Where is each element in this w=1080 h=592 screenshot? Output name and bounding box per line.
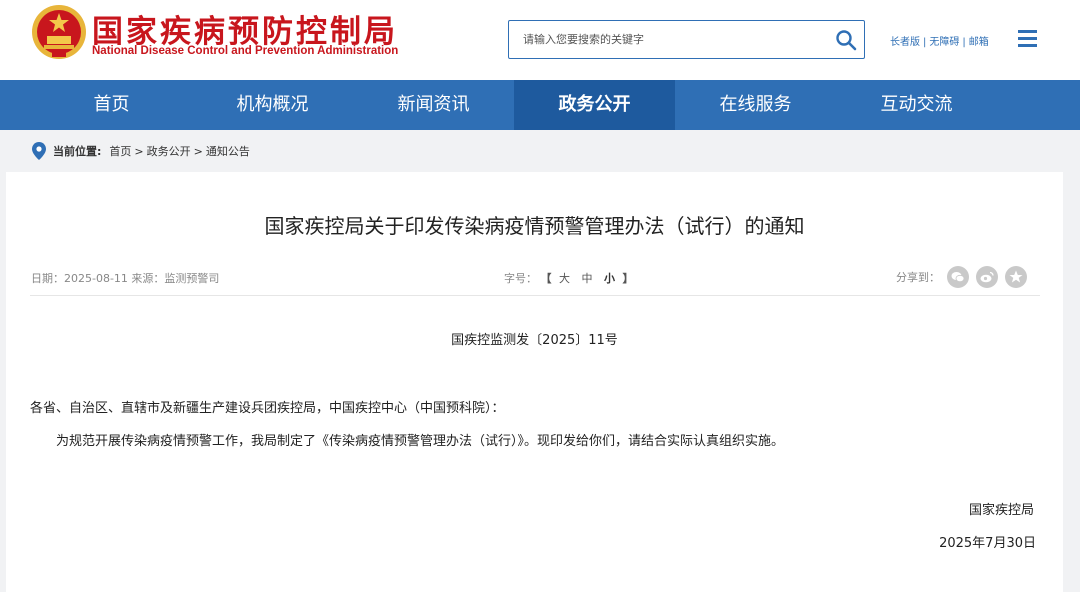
nav-item-interaction[interactable]: 互动交流 — [836, 80, 997, 130]
font-size-label: 字号： — [504, 272, 537, 285]
nav-item-government-affairs[interactable]: 政务公开 — [514, 80, 675, 130]
bracket-open: 【 — [540, 272, 552, 285]
breadcrumb-notices[interactable]: 通知公告 — [206, 143, 250, 159]
article-date: 2025年7月30日 — [939, 536, 1036, 551]
breadcrumb-separator: > — [134, 144, 144, 158]
font-size-medium-button[interactable]: 中 — [582, 272, 593, 285]
mailbox-link[interactable]: 邮箱 — [969, 37, 989, 48]
bracket-close: 】 — [622, 272, 634, 285]
accessibility-link[interactable]: 无障碍 — [929, 37, 959, 48]
article-addressee: 各省、自治区、直辖市及新疆生产建设兵团疾控局，中国疾控中心（中国预科院）： — [30, 401, 505, 416]
breadcrumb-separator: > — [193, 144, 203, 158]
wechat-share-icon[interactable] — [947, 266, 969, 288]
elder-version-link[interactable]: 长者版 — [890, 37, 920, 48]
search-box — [508, 20, 865, 59]
breadcrumb: 当前位置: 首页 > 政务公开 > 通知公告 — [32, 141, 250, 161]
nav-item-online-services[interactable]: 在线服务 — [675, 80, 836, 130]
top-link-separator: | — [962, 37, 966, 48]
meta-divider — [30, 295, 1040, 296]
share-bar: 分享到： — [896, 266, 1027, 288]
top-link-separator: | — [923, 37, 927, 48]
nav-item-news[interactable]: 新闻资讯 — [353, 80, 514, 130]
article-signature: 国家疾控局 — [968, 503, 1034, 518]
site-header: 国家疾病预防控制局 National Disease Control and P… — [0, 0, 1080, 80]
article-title: 国家疾控局关于印发传染病疫情预警管理办法（试行）的通知 — [264, 214, 805, 238]
article-card: 国家疾控局关于印发传染病疫情预警管理办法（试行）的通知 日期：2025-08-1… — [6, 172, 1063, 592]
breadcrumb-label: 当前位置: — [53, 145, 102, 158]
article-meta: 日期：2025-08-11 来源：监测预警司 — [31, 272, 220, 285]
article-body-paragraph: 为规范开展传染病疫情预警工作，我局制定了《传染病疫情预警管理办法（试行）》。现印… — [56, 434, 785, 449]
main-nav: 首页 机构概况 新闻资讯 政务公开 在线服务 互动交流 — [0, 80, 1080, 130]
nav-item-about[interactable]: 机构概况 — [192, 80, 353, 130]
search-icon[interactable] — [834, 28, 858, 52]
qzone-share-icon[interactable] — [1005, 266, 1027, 288]
breadcrumb-government-affairs[interactable]: 政务公开 — [147, 143, 191, 159]
hamburger-menu-icon[interactable] — [1018, 29, 1040, 49]
weibo-share-icon[interactable] — [976, 266, 998, 288]
site-logo-subtitle[interactable]: National Disease Control and Prevention … — [92, 45, 398, 57]
font-size-large-button[interactable]: 大 — [559, 272, 570, 285]
document-number: 国疾控监测发〔2025〕11号 — [451, 333, 618, 348]
top-links: 长者版 | 无障碍 | 邮箱 — [890, 33, 989, 48]
national-emblem-icon — [32, 5, 86, 59]
breadcrumb-home[interactable]: 首页 — [109, 143, 131, 159]
share-label: 分享到： — [896, 271, 940, 284]
search-input[interactable] — [509, 21, 829, 58]
font-size-control: 字号： 【 大 中 小 】 — [504, 270, 634, 286]
nav-item-home[interactable]: 首页 — [31, 80, 192, 130]
location-pin-icon — [32, 142, 46, 160]
font-size-small-button[interactable]: 小 — [604, 272, 615, 285]
